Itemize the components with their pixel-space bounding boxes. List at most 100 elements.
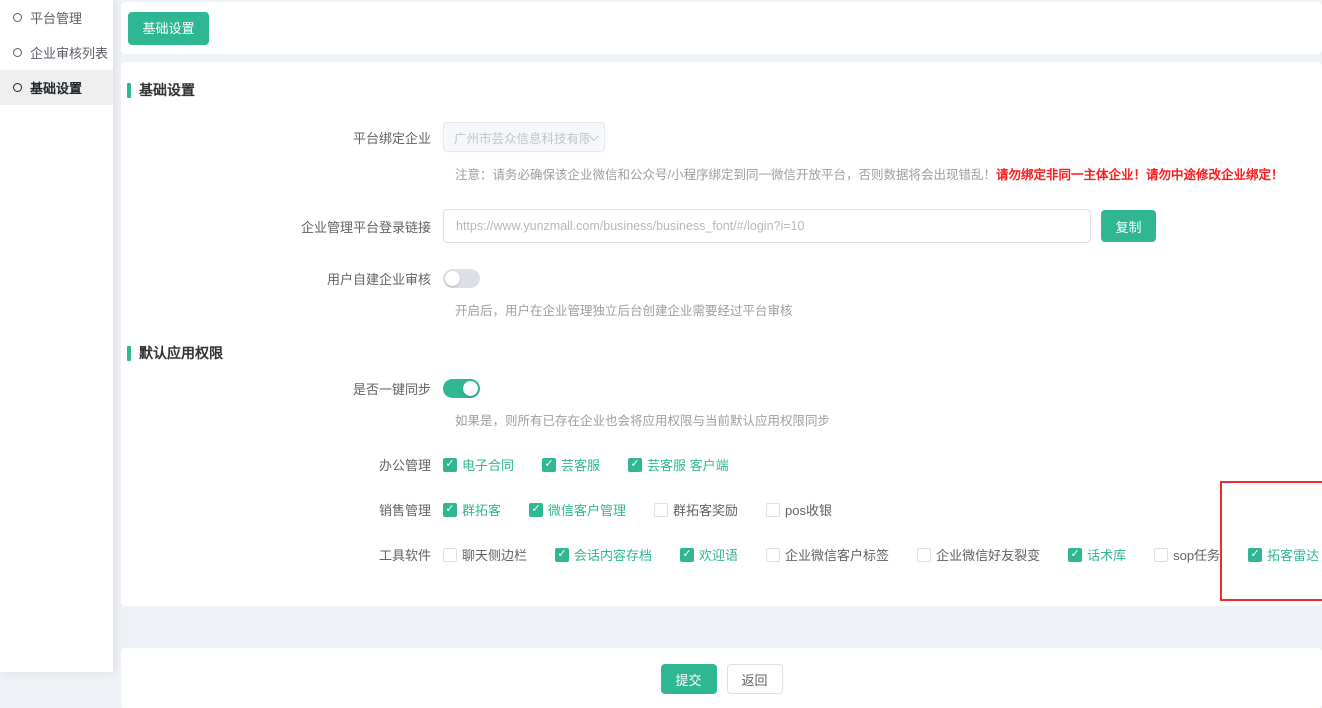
platform-company-note: 注意：请务必确保该企业微信和公众号/小程序绑定到同一微信开放平台，否则数据将会出… bbox=[455, 164, 1322, 183]
section-title-text: 基础设置 bbox=[139, 80, 195, 100]
platform-company-label: 平台绑定企业 bbox=[127, 128, 443, 147]
login-link-label: 企业管理平台登录链接 bbox=[127, 217, 443, 236]
checkbox-label: 会话内容存档 bbox=[574, 545, 652, 564]
sidebar-item-basic-settings[interactable]: 基础设置 bbox=[0, 70, 113, 105]
checkbox-group: 电子合同 芸客服 芸客服 客户端 bbox=[443, 455, 729, 474]
checkbox-item[interactable]: 群拓客奖励 bbox=[654, 500, 738, 519]
checkbox-group: 聊天侧边栏 会话内容存档 欢迎语 企业微信客户标签 企业微信好友裂变 bbox=[443, 545, 1319, 564]
checkbox-label: 拓客雷达 bbox=[1267, 545, 1319, 564]
checkbox-unchecked-icon bbox=[766, 548, 780, 562]
sidebar: 平台管理 企业审核列表 基础设置 bbox=[0, 0, 113, 672]
platform-company-select[interactable]: 广州市芸众信息科技有限公 bbox=[443, 122, 605, 152]
section-title-default-permissions: 默认应用权限 bbox=[127, 343, 1322, 363]
checkbox-label: 企业微信客户标签 bbox=[785, 545, 889, 564]
checkbox-checked-icon bbox=[443, 503, 457, 517]
checkbox-checked-icon bbox=[1248, 548, 1262, 562]
checkbox-label: 聊天侧边栏 bbox=[462, 545, 527, 564]
checkbox-checked-icon bbox=[628, 458, 642, 472]
checkbox-unchecked-icon bbox=[766, 503, 780, 517]
note-text: 注意：请务必确保该企业微信和公众号/小程序绑定到同一微信开放平台，否则数据将会出… bbox=[455, 168, 996, 182]
checkbox-label: 电子合同 bbox=[462, 455, 514, 474]
permission-group-label: 办公管理 bbox=[127, 455, 443, 474]
checkbox-unchecked-icon bbox=[917, 548, 931, 562]
tab-basic-settings-button[interactable]: 基础设置 bbox=[128, 12, 209, 45]
checkbox-checked-icon bbox=[529, 503, 543, 517]
checkbox-label: sop任务 bbox=[1173, 545, 1220, 564]
checkbox-item[interactable]: 会话内容存档 bbox=[555, 545, 652, 564]
section-title-basic-settings: 基础设置 bbox=[127, 80, 1322, 100]
sync-label: 是否一键同步 bbox=[127, 379, 443, 398]
login-link-input[interactable] bbox=[443, 209, 1091, 243]
user-audit-label: 用户自建企业审核 bbox=[127, 269, 443, 288]
checkbox-label: 群拓客奖励 bbox=[673, 500, 738, 519]
user-audit-toggle[interactable] bbox=[443, 269, 480, 288]
checkbox-item[interactable]: 芸客服 bbox=[542, 455, 600, 474]
checkbox-checked-icon bbox=[555, 548, 569, 562]
section-accent-bar bbox=[127, 346, 131, 361]
checkbox-checked-icon bbox=[443, 458, 457, 472]
checkbox-label: 企业微信好友裂变 bbox=[936, 545, 1040, 564]
sidebar-item-label: 基础设置 bbox=[30, 78, 82, 97]
checkbox-label: 芸客服 bbox=[561, 455, 600, 474]
red-highlight-annotation-box bbox=[1220, 481, 1322, 601]
checkbox-label: 群拓客 bbox=[462, 500, 501, 519]
checkbox-item[interactable]: 话术库 bbox=[1068, 545, 1126, 564]
submit-button[interactable]: 提交 bbox=[661, 664, 717, 694]
main-content: 基础设置 基础设置 平台绑定企业 广州市芸众信息科技有限公 注意：请务必确保该企… bbox=[121, 0, 1322, 708]
toggle-knob bbox=[463, 381, 478, 396]
checkbox-item[interactable]: 芸客服 客户端 bbox=[628, 455, 729, 474]
sidebar-item-label: 平台管理 bbox=[30, 8, 82, 27]
radio-circle-icon bbox=[13, 83, 22, 92]
section-accent-bar bbox=[127, 83, 131, 98]
settings-form-card: 基础设置 平台绑定企业 广州市芸众信息科技有限公 注意：请务必确保该企业微信和公… bbox=[121, 62, 1322, 606]
checkbox-unchecked-icon bbox=[654, 503, 668, 517]
checkbox-unchecked-icon bbox=[1154, 548, 1168, 562]
checkbox-label: pos收银 bbox=[785, 500, 832, 519]
chevron-down-icon bbox=[589, 131, 599, 141]
checkbox-label: 欢迎语 bbox=[699, 545, 738, 564]
checkbox-item[interactable]: 企业微信好友裂变 bbox=[917, 545, 1040, 564]
checkbox-group: 群拓客 微信客户管理 群拓客奖励 pos收银 bbox=[443, 500, 832, 519]
section-title-text: 默认应用权限 bbox=[139, 343, 223, 363]
checkbox-item[interactable]: 电子合同 bbox=[443, 455, 514, 474]
checkbox-item[interactable]: 企业微信客户标签 bbox=[766, 545, 889, 564]
checkbox-checked-icon bbox=[1068, 548, 1082, 562]
back-button[interactable]: 返回 bbox=[727, 664, 783, 694]
copy-button[interactable]: 复制 bbox=[1101, 210, 1156, 242]
user-audit-note: 开启后，用户在企业管理独立后台创建企业需要经过平台审核 bbox=[455, 300, 1322, 319]
checkbox-item[interactable]: 欢迎语 bbox=[680, 545, 738, 564]
sync-note: 如果是，则所有已存在企业也会将应用权限与当前默认应用权限同步 bbox=[455, 410, 1322, 429]
radio-circle-icon bbox=[13, 13, 22, 22]
platform-company-row: 平台绑定企业 广州市芸众信息科技有限公 bbox=[127, 122, 1322, 152]
sync-toggle[interactable] bbox=[443, 379, 480, 398]
checkbox-item[interactable]: sop任务 bbox=[1154, 545, 1220, 564]
permission-group-sales: 销售管理 群拓客 微信客户管理 群拓客奖励 pos收银 bbox=[127, 500, 1322, 519]
checkbox-item[interactable]: 聊天侧边栏 bbox=[443, 545, 527, 564]
footer-action-bar: 提交 返回 bbox=[121, 648, 1322, 708]
sidebar-item-platform-management[interactable]: 平台管理 bbox=[0, 0, 113, 35]
checkbox-item-customer-radar[interactable]: 拓客雷达 bbox=[1248, 545, 1319, 564]
permission-group-tools: 工具软件 聊天侧边栏 会话内容存档 欢迎语 企业微信客户标签 bbox=[127, 545, 1322, 564]
login-link-row: 企业管理平台登录链接 复制 bbox=[127, 209, 1322, 243]
checkbox-unchecked-icon bbox=[443, 548, 457, 562]
sync-row: 是否一键同步 bbox=[127, 379, 1322, 398]
checkbox-label: 微信客户管理 bbox=[548, 500, 626, 519]
permission-group-office: 办公管理 电子合同 芸客服 芸客服 客户端 bbox=[127, 455, 1322, 474]
checkbox-checked-icon bbox=[680, 548, 694, 562]
select-value: 广州市芸众信息科技有限公 bbox=[454, 128, 589, 147]
note-warning-text: 请勿绑定非同一主体企业！请勿中途修改企业绑定！ bbox=[996, 168, 1284, 182]
user-audit-row: 用户自建企业审核 bbox=[127, 269, 1322, 288]
checkbox-item[interactable]: 群拓客 bbox=[443, 500, 501, 519]
checkbox-item[interactable]: 微信客户管理 bbox=[529, 500, 626, 519]
toggle-knob bbox=[445, 271, 460, 286]
checkbox-label: 话术库 bbox=[1087, 545, 1126, 564]
sidebar-item-label: 企业审核列表 bbox=[30, 43, 108, 62]
permission-group-label: 销售管理 bbox=[127, 500, 443, 519]
checkbox-label: 芸客服 客户端 bbox=[647, 455, 729, 474]
checkbox-item[interactable]: pos收银 bbox=[766, 500, 832, 519]
radio-circle-icon bbox=[13, 48, 22, 57]
sidebar-item-enterprise-audit-list[interactable]: 企业审核列表 bbox=[0, 35, 113, 70]
permission-group-label: 工具软件 bbox=[127, 545, 443, 564]
checkbox-checked-icon bbox=[542, 458, 556, 472]
tab-bar-card: 基础设置 bbox=[121, 2, 1322, 54]
